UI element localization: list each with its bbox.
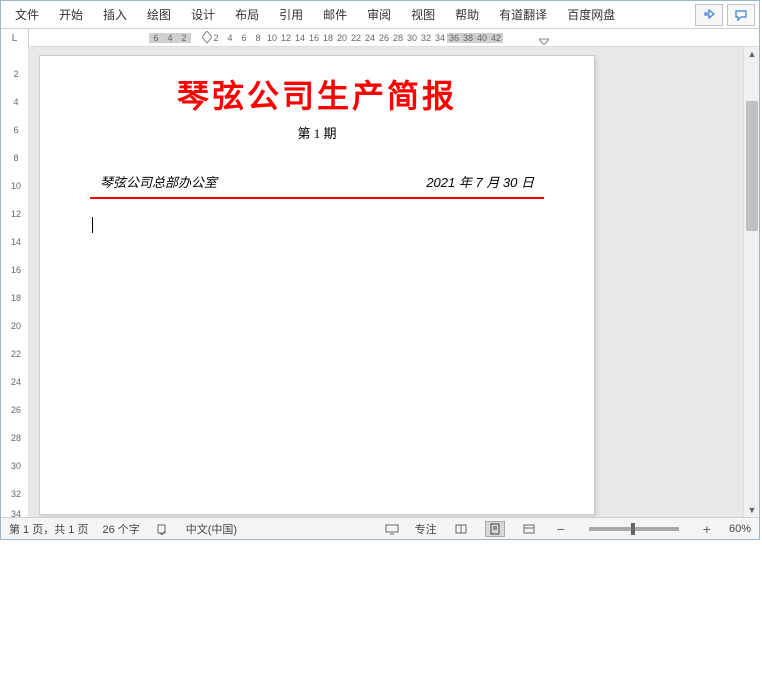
menu-insert[interactable]: 插入 [93, 1, 137, 29]
menu-home[interactable]: 开始 [49, 1, 93, 29]
ruler-tick: 2 [177, 33, 191, 43]
ruler-horizontal-row: L 6 4 2 2 4 6 8 10 12 14 16 18 20 22 24 … [1, 29, 759, 47]
status-language[interactable]: 中文(中国) [186, 521, 237, 537]
page-view[interactable]: 琴弦公司生产简报 第 1 期 琴弦公司总部办公室 2021 年 7 月 30 日 [29, 47, 759, 517]
document-page[interactable]: 琴弦公司生产简报 第 1 期 琴弦公司总部办公室 2021 年 7 月 30 日 [39, 55, 595, 515]
ruler-tick: 14 [293, 33, 307, 43]
view-print-button[interactable] [485, 521, 505, 537]
share-button[interactable] [695, 4, 723, 26]
doc-title[interactable]: 琴弦公司生产简报 [90, 71, 544, 117]
doc-issue[interactable]: 第 1 期 [90, 123, 544, 142]
ruler-vtick: 4 [9, 97, 23, 107]
status-focus[interactable]: 专注 [415, 521, 437, 537]
ruler-vertical[interactable]: 2 4 6 8 10 12 14 16 18 20 22 24 26 28 30… [1, 47, 29, 517]
scroll-down-icon[interactable]: ▼ [747, 505, 757, 515]
status-page[interactable]: 第 1 页，共 1 页 [9, 521, 88, 537]
ruler-vtick: 12 [9, 209, 23, 219]
doc-info-row[interactable]: 琴弦公司总部办公室 2021 年 7 月 30 日 [90, 172, 544, 197]
ruler-vtick: 14 [9, 237, 23, 247]
doc-date: 2021 年 7 月 30 日 [426, 172, 534, 191]
editor-area: 2 4 6 8 10 12 14 16 18 20 22 24 26 28 30… [1, 47, 759, 517]
status-bar: 第 1 页，共 1 页 26 个字 中文(中国) 专注 − + 60% [1, 517, 759, 539]
menu-mail[interactable]: 邮件 [313, 1, 357, 29]
ruler-vtick: 28 [9, 433, 23, 443]
ruler-tick: 34 [433, 33, 447, 43]
menu-file[interactable]: 文件 [5, 1, 49, 29]
ruler-vtick: 26 [9, 405, 23, 415]
menu-design[interactable]: 设计 [181, 1, 225, 29]
ruler-tick: 26 [377, 33, 391, 43]
ruler-tick: 8 [251, 33, 265, 43]
ruler-tick: 4 [223, 33, 237, 43]
indent-marker-left[interactable] [202, 31, 212, 45]
ruler-vtick: 10 [9, 181, 23, 191]
ruler-tick: 28 [391, 33, 405, 43]
menu-help[interactable]: 帮助 [445, 1, 489, 29]
indent-marker-right[interactable] [539, 31, 549, 45]
ruler-tick: 36 [447, 33, 461, 43]
menu-bar: 文件 开始 插入 绘图 设计 布局 引用 邮件 审阅 视图 帮助 有道翻译 百度… [1, 1, 759, 29]
ruler-tick: 6 [237, 33, 251, 43]
ruler-tick: 20 [335, 33, 349, 43]
ruler-tick: 16 [307, 33, 321, 43]
view-web-button[interactable] [519, 521, 539, 537]
ruler-vtick: 32 [9, 489, 23, 499]
ruler-vtick: 30 [9, 461, 23, 471]
ruler-vtick: 6 [9, 125, 23, 135]
ruler-vtick: 16 [9, 265, 23, 275]
vertical-scrollbar[interactable]: ▲ ▼ [743, 47, 759, 517]
status-char-count[interactable]: 26 个字 [102, 521, 139, 537]
spellcheck-icon[interactable] [154, 521, 172, 537]
ruler-horizontal[interactable]: 6 4 2 2 4 6 8 10 12 14 16 18 20 22 24 26… [29, 29, 759, 46]
ruler-vtick: 8 [9, 153, 23, 163]
ruler-tick: 12 [279, 33, 293, 43]
ruler-tick: 10 [265, 33, 279, 43]
menu-draw[interactable]: 绘图 [137, 1, 181, 29]
ruler-vtick: 18 [9, 293, 23, 303]
doc-separator [90, 197, 544, 199]
menu-layout[interactable]: 布局 [225, 1, 269, 29]
zoom-level[interactable]: 60% [729, 523, 751, 535]
zoom-slider-knob[interactable] [631, 523, 635, 535]
menu-review[interactable]: 审阅 [357, 1, 401, 29]
text-cursor [92, 217, 544, 233]
doc-office: 琴弦公司总部办公室 [100, 172, 217, 191]
ruler-tick: 30 [405, 33, 419, 43]
ruler-corner[interactable]: L [1, 29, 29, 47]
ruler-tick: 18 [321, 33, 335, 43]
app-window: 文件 开始 插入 绘图 设计 布局 引用 邮件 审阅 视图 帮助 有道翻译 百度… [0, 0, 760, 540]
comment-button[interactable] [727, 4, 755, 26]
zoom-slider[interactable] [589, 527, 679, 531]
display-settings-icon[interactable] [383, 521, 401, 537]
ruler-tick: 38 [461, 33, 475, 43]
ruler-tick: 24 [363, 33, 377, 43]
ruler-tick: 4 [163, 33, 177, 43]
ruler-vtick: 24 [9, 377, 23, 387]
ruler-tick: 22 [349, 33, 363, 43]
menu-view[interactable]: 视图 [401, 1, 445, 29]
ruler-tick: 42 [489, 33, 503, 43]
scrollbar-thumb[interactable] [746, 101, 758, 231]
menu-references[interactable]: 引用 [269, 1, 313, 29]
ruler-vtick: 20 [9, 321, 23, 331]
ruler-tick: 40 [475, 33, 489, 43]
view-read-button[interactable] [451, 521, 471, 537]
ruler-tick: 6 [149, 33, 163, 43]
ruler-vtick: 2 [9, 69, 23, 79]
zoom-out-button[interactable]: − [553, 521, 569, 537]
zoom-in-button[interactable]: + [699, 521, 715, 537]
scroll-up-icon[interactable]: ▲ [747, 49, 757, 59]
ruler-vtick: 22 [9, 349, 23, 359]
menu-youdao[interactable]: 有道翻译 [489, 1, 557, 29]
menu-baidu[interactable]: 百度网盘 [557, 1, 625, 29]
ruler-tick: 32 [419, 33, 433, 43]
